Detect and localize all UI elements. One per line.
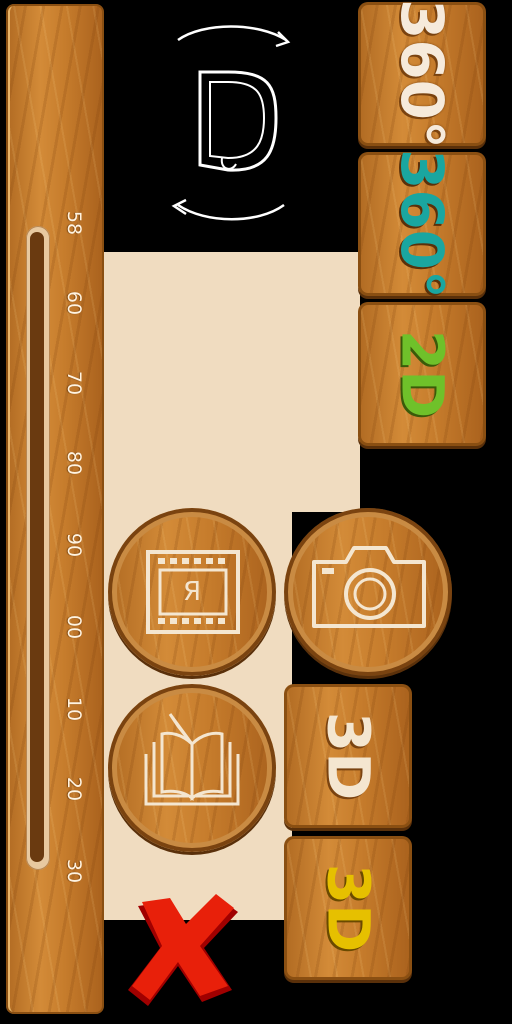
beige-panel (104, 252, 360, 512)
view-3d-yellow-label: 3D (313, 863, 382, 953)
camera-button[interactable] (284, 508, 452, 676)
book-button[interactable] (108, 684, 276, 852)
ruler-tick: 20 (63, 776, 85, 802)
camera-icon (312, 546, 426, 628)
view-3d-white-label: 3D (313, 711, 382, 801)
close-button[interactable] (120, 894, 250, 1010)
film-letter: Я (182, 577, 202, 607)
ruler-tick: 10 (63, 696, 85, 722)
rotate-preview[interactable] (108, 0, 354, 250)
ruler-tick: 70 (63, 370, 85, 396)
ruler-tick: 90 (63, 532, 85, 558)
close-x-icon (128, 894, 238, 1006)
ruler-tick: 80 (63, 450, 85, 476)
view-360-teal-label: 360° (388, 148, 457, 300)
view-360-white-button[interactable]: 360° (358, 0, 486, 150)
view-360-teal-button[interactable]: 360° (358, 148, 486, 300)
film-button[interactable]: Я (108, 508, 276, 676)
view-2d-label: 2D (387, 329, 456, 419)
open-book-icon (144, 713, 240, 806)
view-3d-white-button[interactable]: 3D (284, 684, 412, 828)
view-2d-button[interactable]: 2D (358, 302, 486, 446)
ruler-tick: 58 (63, 210, 85, 236)
view-360-label: 360° (388, 0, 457, 150)
ruler-tick: 30 (63, 858, 85, 884)
ruler-tick: 60 (63, 290, 85, 316)
ruler-slider-groove (30, 232, 44, 862)
view-3d-yellow-button[interactable]: 3D (284, 836, 412, 980)
ruler-tick: 00 (63, 614, 85, 640)
ruler-panel (6, 4, 104, 1014)
rotate-arrows-icon (171, 25, 291, 221)
